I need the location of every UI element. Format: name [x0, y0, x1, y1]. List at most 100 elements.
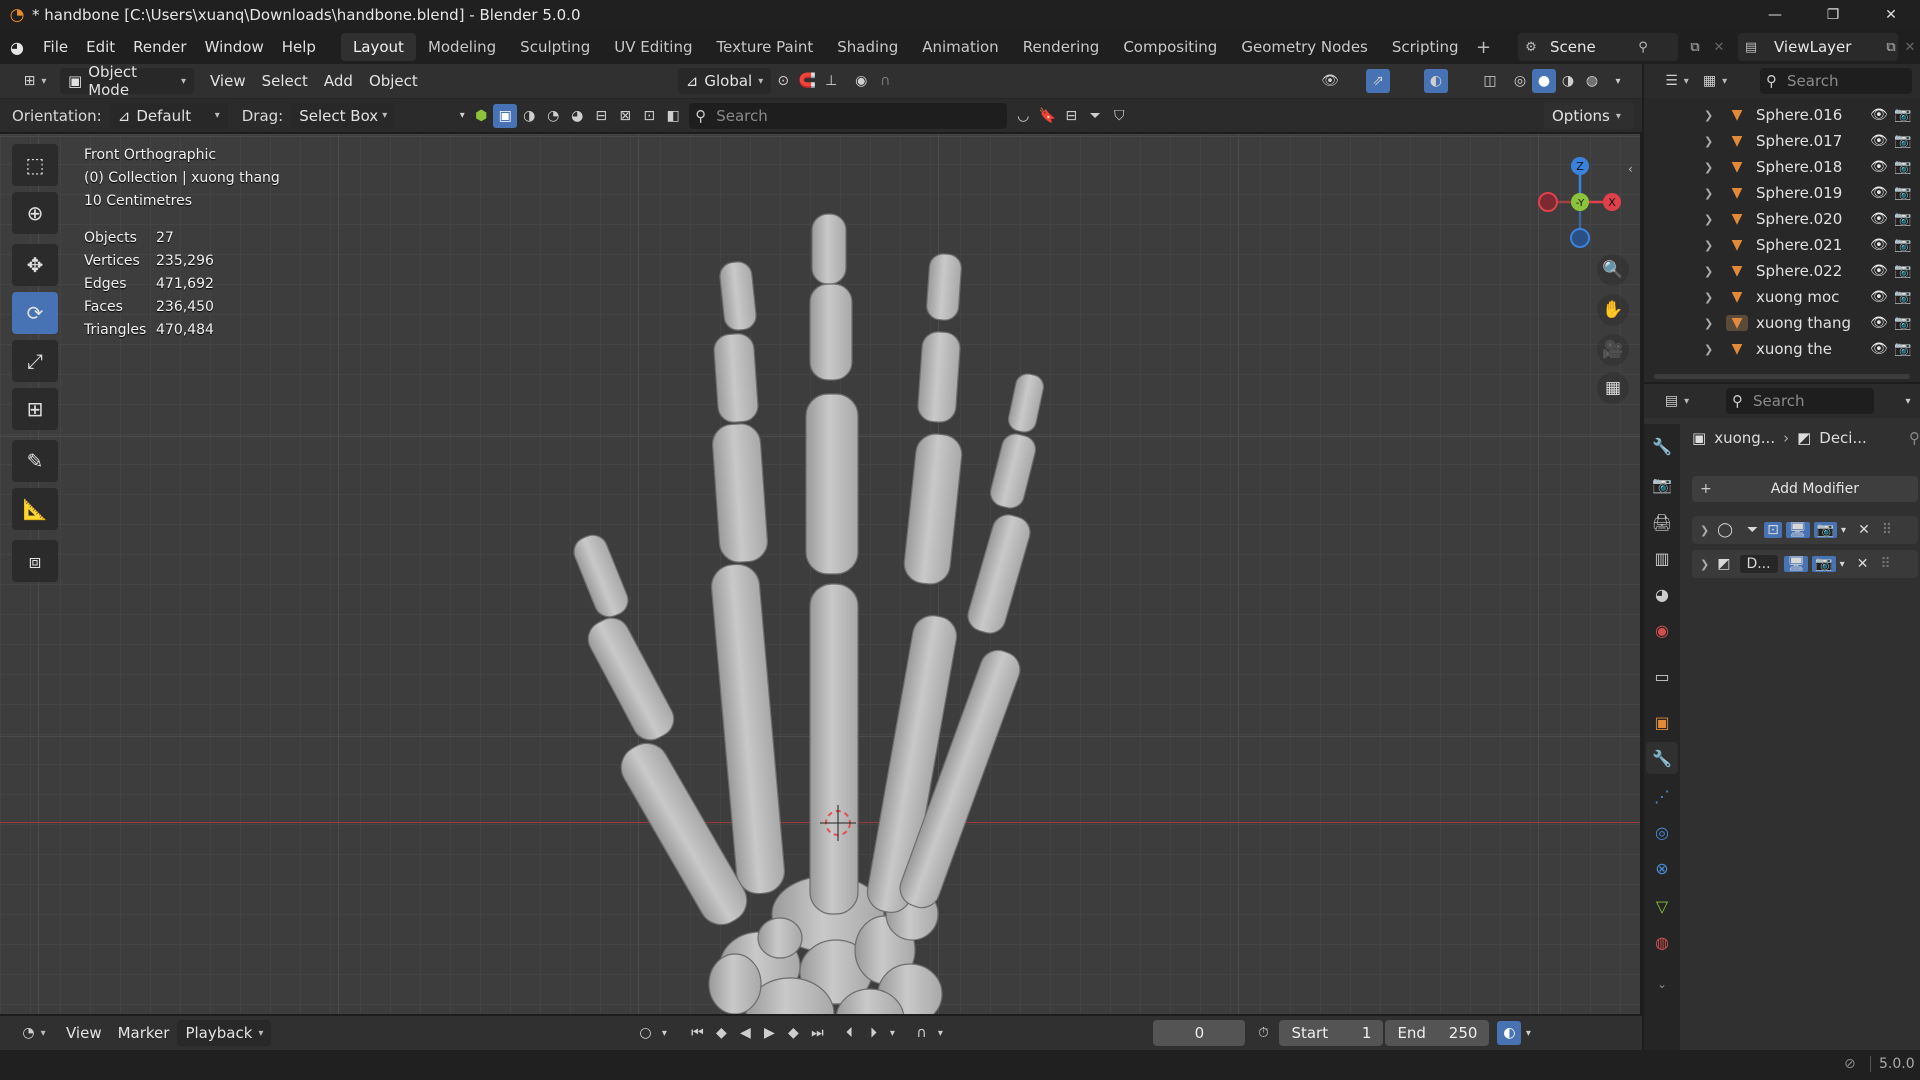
measure-tool[interactable]: 📐 [12, 488, 58, 530]
tab-animation[interactable]: Animation [910, 33, 1010, 61]
eye-icon[interactable]: 👁 [1870, 159, 1888, 175]
bookmark-icon[interactable]: 🔖 [1035, 104, 1059, 128]
new-scene-icon[interactable]: ⧉ [1682, 34, 1708, 60]
pin-icon[interactable]: ⚲ [1630, 34, 1656, 60]
add-cube-tool[interactable]: ⧈ [12, 540, 58, 582]
timeline-editor-icon[interactable]: ◔ ▾ [16, 1021, 52, 1045]
outliner-item[interactable]: ❯ ▼ Sphere.019 👁 📷 [1644, 180, 1920, 206]
mode-union-icon[interactable]: ⊡ [637, 104, 661, 128]
expand-icon[interactable]: ❯ [1704, 109, 1720, 122]
display-mode-icon[interactable]: ▦ ▾ [1696, 69, 1734, 93]
minimize-button[interactable]: — [1746, 0, 1804, 30]
rotate-tool[interactable]: ⟳ [12, 292, 58, 334]
mode-intersect-icon[interactable]: ⊟ [589, 104, 613, 128]
realtime-icon[interactable]: 🖥 [1785, 522, 1810, 538]
drag-handle-icon[interactable]: ⠿ [1882, 522, 1892, 538]
annotate-tool[interactable]: ✎ [12, 440, 58, 482]
expand-icon[interactable]: ❯ [1704, 135, 1720, 148]
mode-extra-icon[interactable]: ◧ [661, 104, 685, 128]
menu-view[interactable]: View [202, 68, 254, 94]
mode-invert-icon[interactable]: ◕ [565, 104, 589, 128]
sidebar-toggle-icon[interactable]: ‹ [1628, 162, 1633, 176]
prev-keyframe-icon[interactable]: ◆ [709, 1021, 733, 1045]
modifier-row[interactable]: ❯ ◩ D... 🖥 📷 ▾ ✕ ⠿ [1692, 550, 1918, 578]
output-tab-icon[interactable]: 🖨 [1646, 506, 1678, 538]
camera-icon[interactable]: 📷 [1894, 315, 1911, 331]
cursor-tool[interactable]: ⊕ [12, 192, 58, 234]
expand-icon[interactable]: ❯ [1704, 343, 1720, 356]
next-keyframe-icon[interactable]: ◆ [781, 1021, 805, 1045]
remove-modifier-icon[interactable]: ✕ [1857, 556, 1869, 572]
options-dropdown[interactable]: Options ▾ [1544, 103, 1634, 129]
eye-icon[interactable]: 👁 [1870, 289, 1888, 305]
filter-chevron-icon[interactable]: ▾ [455, 104, 469, 128]
menu-file[interactable]: File [34, 34, 77, 60]
tab-shading[interactable]: Shading [825, 33, 910, 61]
shield-icon[interactable]: ⛉ [1107, 104, 1131, 128]
outliner-scrollbar[interactable] [1654, 374, 1910, 379]
menu-help[interactable]: Help [273, 34, 325, 60]
menu-add[interactable]: Add [316, 68, 361, 94]
camera-icon[interactable]: 📷 [1894, 159, 1911, 175]
tab-geometry-nodes[interactable]: Geometry Nodes [1229, 33, 1380, 61]
transform-tool[interactable]: ⊞ [12, 388, 58, 430]
modifier-menu-chevron-icon[interactable]: ▾ [1840, 559, 1845, 570]
object-tab-icon[interactable]: ▣ [1646, 706, 1678, 738]
properties-options-chevron-icon[interactable]: ▾ [1896, 389, 1920, 413]
mode-subtract-icon[interactable]: ◔ [541, 104, 565, 128]
shading-options-chevron-icon[interactable]: ▾ [1606, 69, 1630, 93]
mode-difference-icon[interactable]: ⊠ [613, 104, 637, 128]
eye-icon[interactable]: 👁 [1870, 341, 1888, 357]
outliner-item[interactable]: ❯ ▼ Sphere.020 👁 📷 [1644, 206, 1920, 232]
modifier-row[interactable]: ❯ ◯ ⏷ ⊡ 🖥 📷 ▾ ✕ ⠿ [1692, 516, 1918, 544]
eye-icon[interactable]: 👁 [1870, 263, 1888, 279]
eye-icon[interactable]: 👁 [1870, 107, 1888, 123]
end-frame-field[interactable]: End 250 [1385, 1020, 1490, 1046]
tab-texture-paint[interactable]: Texture Paint [704, 33, 825, 61]
invert-search-icon[interactable]: ◡ [1011, 104, 1035, 128]
properties-search-input[interactable]: ⚲ Search [1726, 388, 1874, 414]
timeline-menu-playback[interactable]: Playback ▾ [177, 1020, 272, 1046]
selection-list-icon[interactable]: ⊟ [1059, 104, 1083, 128]
zoom-icon[interactable]: 🔍 [1597, 254, 1629, 286]
drag-handle-icon[interactable]: ⠿ [1880, 556, 1890, 572]
expand-icon[interactable]: ❯ [1704, 291, 1720, 304]
eye-icon[interactable]: 👁 [1870, 315, 1888, 331]
blender-menu-icon[interactable]: ◕ [0, 30, 34, 64]
jump-end-icon[interactable]: ⏭ [805, 1021, 829, 1045]
outliner-search-input[interactable]: ⚲ Search [1760, 68, 1912, 94]
delete-scene-icon[interactable]: ✕ [1706, 34, 1732, 60]
outliner-item[interactable]: ❯ ▼ xuong moc 👁 📷 [1644, 284, 1920, 310]
properties-editor-icon[interactable]: ▤ ▾ [1658, 389, 1696, 413]
tab-scripting[interactable]: Scripting [1380, 33, 1471, 61]
material-shading-icon[interactable]: ◑ [1556, 69, 1580, 93]
realtime-icon[interactable]: 🖥 [1784, 556, 1809, 572]
outliner-editor-icon[interactable]: ☰ ▾ [1658, 69, 1696, 93]
tab-uv-editing[interactable]: UV Editing [602, 33, 704, 61]
snap-icon[interactable]: 🧲 [795, 69, 819, 93]
auto-keying-icon[interactable]: ○ [633, 1021, 657, 1045]
add-workspace-icon[interactable]: + [1471, 37, 1497, 58]
tool-search-input[interactable]: ⚲ Search [689, 102, 1008, 129]
view-layer-selector[interactable]: ▤ ViewLayer [1738, 33, 1898, 61]
render-icon[interactable]: 📷 [1813, 522, 1838, 538]
delete-view-layer-icon[interactable]: ✕ [1900, 34, 1920, 60]
outliner-item[interactable]: ❯ ▼ Sphere.022 👁 📷 [1644, 258, 1920, 284]
overlay-timeline-icon[interactable]: ◐ [1497, 1021, 1522, 1045]
remove-modifier-icon[interactable]: ✕ [1858, 522, 1870, 538]
falloff-icon[interactable]: ∩ [873, 69, 897, 93]
select-box-tool[interactable]: ⬚ [12, 144, 58, 186]
scale-tool[interactable]: ⤢ [12, 340, 58, 382]
editor-type-icon[interactable]: ⊞ ▾ [16, 69, 54, 93]
gizmo-toggle-icon[interactable]: ⇗ [1366, 69, 1390, 93]
tab-rendering[interactable]: Rendering [1011, 33, 1112, 61]
eye-icon[interactable]: 👁 [1870, 185, 1888, 201]
wireframe-shading-icon[interactable]: ◎ [1508, 69, 1532, 93]
keying-chevron-icon[interactable]: ▾ [657, 1021, 671, 1045]
eye-icon[interactable]: 👁 [1870, 211, 1888, 227]
maximize-button[interactable]: ❐ [1804, 0, 1862, 30]
modifier-tab-icon[interactable]: 🔧 [1646, 742, 1678, 774]
expand-icon[interactable]: ❯ [1704, 265, 1720, 278]
orientation-dropdown[interactable]: ⊿ Default ▾ [109, 102, 228, 129]
close-button[interactable]: ✕ [1862, 0, 1920, 30]
